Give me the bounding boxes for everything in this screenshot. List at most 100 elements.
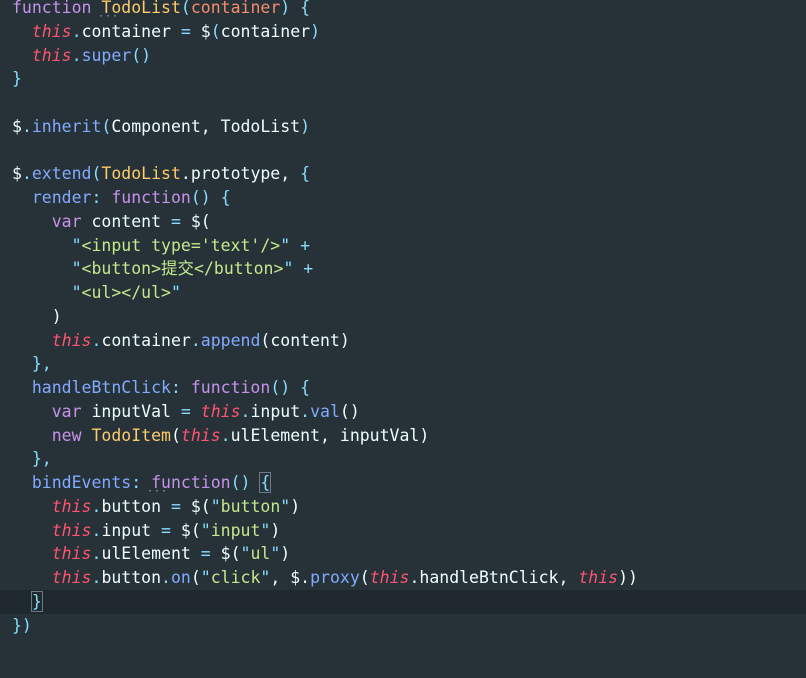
code-token: container xyxy=(220,21,311,41)
code-line[interactable]: function TodoList(container) { xyxy=(12,0,310,20)
code-token: () xyxy=(230,473,261,492)
code-token: { xyxy=(259,472,272,493)
code-token: () { xyxy=(190,188,231,207)
code-line[interactable]: } xyxy=(12,67,22,91)
code-line-content: render: function() { xyxy=(12,188,231,207)
code-line[interactable]: $.extend(TodoList.prototype, { xyxy=(12,162,310,186)
code-line-content: } xyxy=(12,69,22,88)
code-token: " xyxy=(200,520,211,540)
code-token: ( xyxy=(210,21,221,41)
code-line[interactable]: } xyxy=(0,589,806,614)
code-token: . xyxy=(71,21,82,41)
code-token: TodoList xyxy=(101,164,181,184)
code-line[interactable]: "<ul></ul>" xyxy=(12,281,181,305)
code-token: function xyxy=(12,0,92,17)
code-token: container xyxy=(190,0,281,17)
code-token: : xyxy=(131,473,152,492)
code-token: . xyxy=(220,425,231,445)
code-line-content: new TodoItem(this.ulElement, inputVal) xyxy=(12,425,430,445)
code-line-content: function TodoList(container) { xyxy=(12,0,310,17)
code-token: : xyxy=(91,188,112,207)
code-token: }) xyxy=(12,615,32,635)
code-line[interactable]: bindEvents: function() { xyxy=(12,471,272,495)
code-line[interactable]: "<button>提交</button>" + xyxy=(12,257,314,281)
code-token: ) xyxy=(270,520,281,540)
code-line[interactable]: var content = $( xyxy=(12,210,211,234)
code-token: " xyxy=(71,283,82,302)
code-line-content: "<ul></ul>" xyxy=(12,283,181,302)
code-token: ) xyxy=(310,21,320,41)
code-token: ( xyxy=(190,568,201,587)
code-line[interactable]: handleBtnClick: function() { xyxy=(12,376,310,400)
code-token: " xyxy=(71,259,82,279)
code-token: " xyxy=(260,520,271,540)
code-line[interactable]: this.button.on("click", $.proxy(this.han… xyxy=(12,566,638,590)
code-editor[interactable]: ··· ··· function TodoList(container) { t… xyxy=(0,0,806,678)
code-line-content: } xyxy=(0,590,43,612)
code-line[interactable]: this.container.append(content) xyxy=(12,329,350,353)
code-line[interactable]: var inputVal = this.input.val() xyxy=(12,400,360,424)
code-token: + xyxy=(293,259,314,279)
code-line[interactable]: this.super() xyxy=(12,44,151,68)
code-token: bindEvents xyxy=(31,473,132,492)
code-line[interactable]: }, xyxy=(12,447,52,471)
code-line[interactable]: this.container = $(container) xyxy=(12,20,320,44)
code-token: (content) xyxy=(260,330,350,350)
code-token: val xyxy=(310,401,340,421)
code-token: " xyxy=(280,496,291,516)
code-token: " xyxy=(240,544,251,564)
code-token: = xyxy=(170,21,201,41)
code-token: . xyxy=(91,520,102,540)
code-line[interactable]: this.input = $("input") xyxy=(12,519,281,543)
code-token: . xyxy=(91,568,102,587)
code-line[interactable]: $.inherit(Component, TodoList) xyxy=(12,115,310,139)
code-token: }, xyxy=(31,354,52,374)
code-line-content: $.inherit(Component, TodoList) xyxy=(12,117,310,136)
code-line-content: }, xyxy=(12,354,52,373)
code-token: . xyxy=(300,401,311,421)
code-token: inputVal xyxy=(81,401,181,421)
code-token: button xyxy=(101,496,162,516)
code-line[interactable]: this.button = $("button") xyxy=(12,495,300,519)
code-token: <ul></ul> xyxy=(81,283,171,302)
code-token: ) xyxy=(280,544,291,564)
code-token: . xyxy=(21,116,32,136)
code-token: }, xyxy=(31,449,52,469)
code-token: = xyxy=(180,401,191,421)
code-line[interactable]: this.ulElement = $("ul") xyxy=(12,542,290,566)
code-token: new xyxy=(51,425,82,445)
code-line-content: "<button>提交</button>" + xyxy=(12,259,314,279)
code-line-content: var content = $( xyxy=(12,212,211,231)
code-line-content: this.ulElement = $("ul") xyxy=(12,544,290,563)
code-token: " xyxy=(71,235,82,255)
code-token: function xyxy=(111,188,191,207)
code-line[interactable]: }, xyxy=(12,352,52,376)
code-line[interactable]: new TodoItem(this.ulElement, inputVal) xyxy=(12,424,430,448)
code-line[interactable]: ) xyxy=(12,305,62,329)
code-line[interactable]: }) xyxy=(12,614,32,638)
code-token: " xyxy=(200,568,211,587)
code-token: . xyxy=(71,45,82,65)
code-token: , $. xyxy=(270,568,311,587)
code-line[interactable]: render: function() { xyxy=(12,186,231,210)
code-token: ) xyxy=(51,306,62,326)
code-token: this xyxy=(51,496,92,516)
code-line-content: handleBtnClick: function() { xyxy=(12,378,310,397)
code-line[interactable]: "<input type='text'/>" + xyxy=(12,234,310,258)
code-token: + xyxy=(290,235,311,255)
code-line-content: this.input = $("input") xyxy=(12,520,281,540)
